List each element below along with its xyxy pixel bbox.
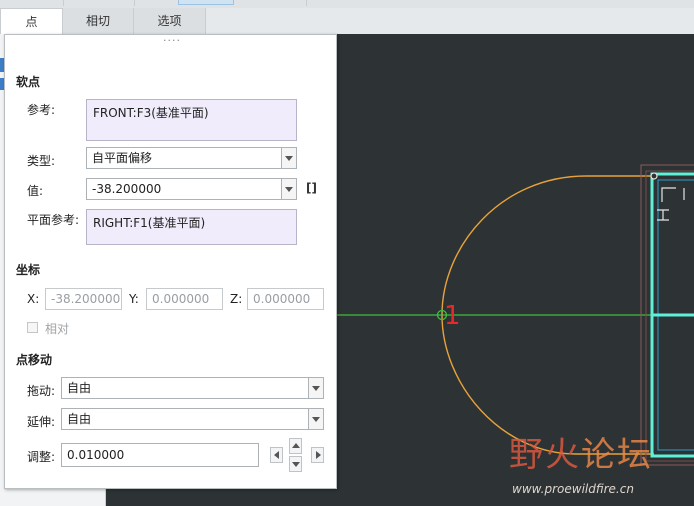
adjust-label: 调整:: [27, 450, 56, 464]
value-input[interactable]: -38.200000: [86, 178, 297, 200]
plane-reference-label: 平面参考:: [27, 213, 80, 227]
curve-end-point[interactable]: [650, 172, 658, 180]
drag-mode-value: 自由: [67, 381, 92, 395]
point-properties-panel: ···· 软点 参考: FRONT:F3(基准平面) 类型: 自平面偏移 值: …: [4, 34, 337, 489]
panel-tab-bar: 点 相切 选项: [0, 8, 694, 35]
adjust-step-input[interactable]: 0.010000: [61, 443, 259, 467]
reference-collector[interactable]: FRONT:F3(基准平面): [86, 99, 297, 141]
chevron-down-icon[interactable]: [308, 378, 323, 398]
chevron-down-icon[interactable]: [308, 409, 323, 429]
y-coordinate-field: 0.000000: [146, 288, 223, 310]
z-coordinate-field: 0.000000: [247, 288, 324, 310]
type-dropdown[interactable]: 自平面偏移: [86, 147, 297, 169]
tab-options[interactable]: 选项: [134, 8, 206, 34]
value-text: -38.200000: [92, 182, 162, 196]
reference-label: 参考:: [27, 103, 56, 117]
z-coordinate-value: 0.000000: [253, 292, 311, 306]
type-value: 自平面偏移: [92, 151, 153, 165]
watermark-url: www.proewildfire.cn: [512, 482, 634, 496]
x-coordinate-value: -38.200000: [51, 292, 121, 306]
drag-label: 拖动:: [27, 384, 56, 398]
toolbar-divider: [134, 0, 135, 6]
adjust-step-value: 0.010000: [67, 448, 125, 462]
section-point-move: 点移动: [16, 353, 53, 367]
toolbar-divider: [306, 0, 307, 6]
watermark-text-b: 论坛: [581, 435, 653, 475]
section-coordinates: 坐标: [16, 263, 41, 277]
x-label: X:: [27, 292, 40, 306]
nudge-down-button[interactable]: [289, 456, 302, 472]
chevron-down-icon[interactable]: [281, 148, 296, 168]
flip-direction-icon[interactable]: []: [306, 181, 317, 195]
panel-drag-grip[interactable]: ····: [160, 35, 184, 46]
y-coordinate-value: 0.000000: [152, 292, 210, 306]
datum-tag-glyph: [661, 187, 676, 202]
z-label: Z:: [230, 292, 243, 306]
extend-mode-value: 自由: [67, 412, 92, 426]
relative-checkbox: [27, 322, 38, 333]
toolbar-divider: [63, 0, 64, 6]
value-label: 值:: [27, 184, 44, 198]
datum-tag-glyph: [657, 209, 669, 221]
nudge-up-button[interactable]: [289, 438, 302, 454]
nudge-left-button[interactable]: [270, 447, 283, 463]
type-label: 类型:: [27, 154, 56, 168]
tab-bar-filler: [206, 8, 694, 34]
plane-reference-collector[interactable]: RIGHT:F1(基准平面): [86, 209, 297, 245]
annotation-marker-1: 1: [444, 301, 461, 331]
x-coordinate-field: -38.200000: [45, 288, 122, 310]
extend-label: 延伸:: [27, 415, 56, 429]
watermark-text-a: 野火: [509, 435, 581, 475]
y-label: Y:: [129, 292, 139, 306]
top-toolbar-strip: [0, 0, 694, 8]
toolbar-selected-item[interactable]: [178, 0, 234, 5]
extend-mode-dropdown[interactable]: 自由: [61, 408, 324, 430]
chevron-down-icon[interactable]: [281, 179, 296, 199]
tab-tangent[interactable]: 相切: [63, 8, 134, 34]
plane-reference-value: RIGHT:F1(基准平面): [93, 216, 206, 230]
nudge-right-button[interactable]: [311, 447, 324, 463]
tab-point[interactable]: 点: [0, 8, 63, 35]
relative-label: 相对: [45, 322, 70, 336]
section-soft-point: 软点: [16, 75, 41, 89]
reference-value: FRONT:F3(基准平面): [93, 106, 209, 120]
forum-watermark: 野火论坛: [509, 437, 653, 473]
drag-mode-dropdown[interactable]: 自由: [61, 377, 324, 399]
